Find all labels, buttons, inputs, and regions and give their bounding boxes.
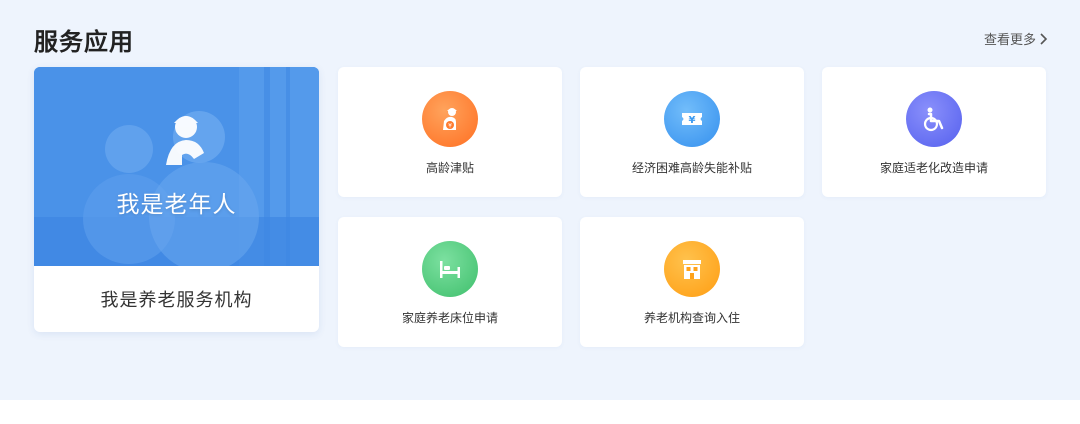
- elderly-couple-photo: [34, 67, 319, 266]
- service-institution-search[interactable]: 养老机构查询入住: [580, 217, 804, 347]
- service-label: 经济困难高龄失能补贴: [631, 161, 752, 175]
- service-home-bed[interactable]: 家庭养老床位申请: [338, 217, 562, 347]
- svg-text:¥: ¥: [448, 123, 452, 130]
- service-hardship-subsidy[interactable]: ¥ 经济困难高龄失能补贴: [580, 67, 804, 197]
- service-label: 高龄津贴: [425, 161, 474, 175]
- view-more-label: 查看更多: [983, 33, 1036, 48]
- service-label: 养老机构查询入住: [643, 311, 740, 325]
- elder-role-label: 我是老年人: [116, 192, 237, 218]
- section-title: 服务应用: [34, 28, 134, 56]
- wheelchair-icon: [906, 91, 962, 147]
- role-selector-card: 我是老年人 我是养老服务机构: [34, 67, 319, 332]
- service-home-adaptation[interactable]: 家庭适老化改造申请: [822, 67, 1046, 197]
- svg-text:¥: ¥: [689, 115, 696, 126]
- building-icon: [664, 241, 720, 297]
- yuan-ticket-icon: ¥: [664, 91, 720, 147]
- view-more-link[interactable]: 查看更多: [984, 29, 1048, 48]
- services-section: 服务应用 查看更多 我是老年人 我是养老服务机构 ¥ 高龄津贴 ¥ 经济困难高龄…: [0, 0, 1080, 400]
- elder-role-button[interactable]: 我是老年人: [34, 67, 319, 266]
- chevron-right-icon: [1040, 32, 1048, 45]
- service-label: 家庭适老化改造申请: [879, 161, 988, 175]
- org-role-button[interactable]: 我是养老服务机构: [34, 266, 319, 332]
- elderly-allowance-icon: ¥: [422, 91, 478, 147]
- service-elderly-allowance[interactable]: ¥ 高龄津贴: [338, 67, 562, 197]
- service-label: 家庭养老床位申请: [401, 311, 498, 325]
- bed-icon: [422, 241, 478, 297]
